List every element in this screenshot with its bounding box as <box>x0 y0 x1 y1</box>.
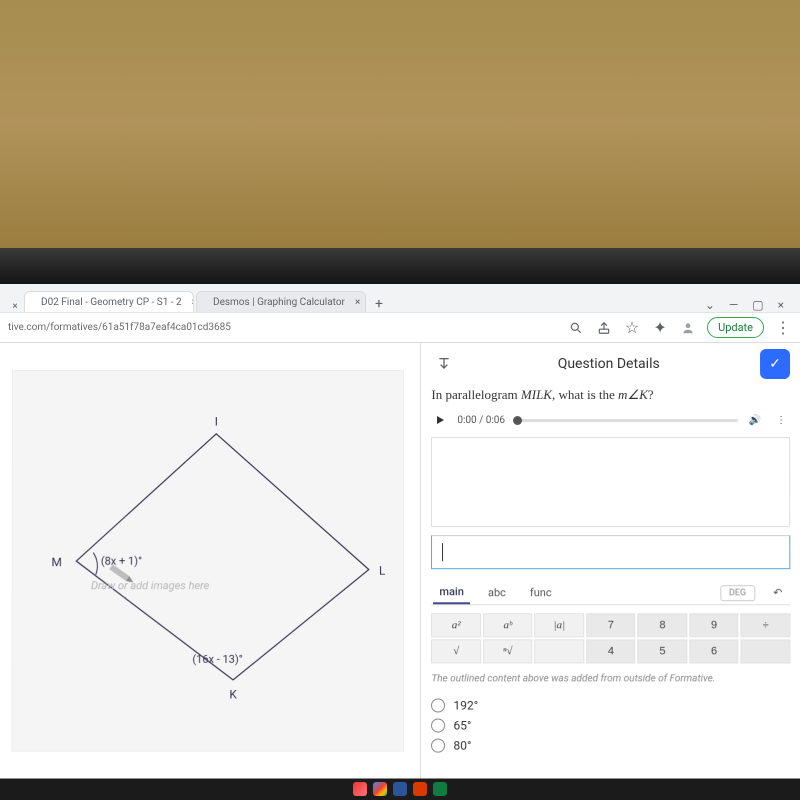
profile-icon[interactable] <box>679 319 697 337</box>
maximize-icon[interactable]: ▢ <box>752 298 763 312</box>
math-input[interactable] <box>431 535 790 569</box>
tab-label: Desmos | Graphing Calculator <box>213 297 345 308</box>
collapse-icon[interactable] <box>431 351 457 377</box>
angle-K-label: (16x - 13)° <box>193 653 243 666</box>
key-9[interactable]: 9 <box>689 613 739 637</box>
question-angle: m∠K <box>618 387 648 402</box>
kebab-icon[interactable]: ⋮ <box>772 415 790 426</box>
key-4[interactable]: 4 <box>586 639 636 663</box>
tab-label: D02 Final - Geometry CP - S1 - 2 <box>41 297 182 308</box>
taskbar-icon[interactable] <box>433 782 447 796</box>
audio-player: 0:00 / 0:06 🔊 ⋮ <box>431 411 790 429</box>
key-blank2[interactable] <box>741 639 791 663</box>
undo-icon[interactable]: ↶ <box>767 582 788 603</box>
question-details-header: Question Details ✓ <box>431 349 790 379</box>
key-nroot[interactable]: ⁿ√ <box>483 639 533 663</box>
angle-M-label: (8x + 1)° <box>101 554 142 567</box>
close-icon[interactable]: × <box>192 297 194 308</box>
chevron-down-icon[interactable]: ⌄ <box>705 298 715 312</box>
vertex-M: M <box>52 555 62 569</box>
key-a-squared[interactable]: a² <box>431 613 481 637</box>
tab-strip: × D02 Final - Geometry CP - S1 - 2 × Des… <box>0 284 800 312</box>
extensions-icon[interactable]: ✦ <box>651 319 669 337</box>
volume-icon[interactable]: 🔊 <box>746 415 764 426</box>
radio-icon[interactable] <box>431 719 445 733</box>
key-a-power-b[interactable]: aᵇ <box>483 613 533 637</box>
update-button[interactable]: Update <box>707 317 764 338</box>
new-tab-button[interactable]: + <box>368 296 390 312</box>
key-5[interactable]: 5 <box>638 639 688 663</box>
choice-192[interactable]: 192° <box>431 698 790 712</box>
vertex-K: K <box>230 687 238 701</box>
figure-card[interactable]: I L K M (8x + 1)° (16x - 13)° Draw or ad… <box>12 370 404 752</box>
radio-icon[interactable] <box>431 698 445 712</box>
question-mid: , what is the <box>552 387 618 402</box>
choice-65[interactable]: 65° <box>431 719 790 733</box>
keypad-tab-abc[interactable]: abc <box>482 582 512 603</box>
close-icon[interactable]: × <box>6 301 24 312</box>
choice-label: 65° <box>453 719 471 733</box>
parallelogram-diagram: I L K M (8x + 1)° (16x - 13)° <box>13 371 403 751</box>
choice-label: 192° <box>453 698 478 712</box>
key-6[interactable]: 6 <box>689 639 739 663</box>
address-bar-row: tive.com/formatives/61a51f78a7eaf4ca01cd… <box>0 312 800 342</box>
app-body: I L K M (8x + 1)° (16x - 13)° Draw or ad… <box>0 343 800 779</box>
key-7[interactable]: 7 <box>586 613 636 637</box>
key-sqrt[interactable]: √ <box>431 639 481 663</box>
external-content-hint: The outlined content above was added fro… <box>431 673 790 684</box>
answer-choices: 192° 65° 80° <box>431 698 790 752</box>
window-controls: ⌄ — ▢ × <box>695 298 794 312</box>
keypad-tab-func[interactable]: func <box>524 582 558 603</box>
taskbar-icon[interactable] <box>373 782 387 796</box>
answer-canvas[interactable] <box>431 437 790 527</box>
url-text[interactable]: tive.com/formatives/61a51f78a7eaf4ca01cd… <box>8 322 231 333</box>
vertex-I: I <box>215 414 218 428</box>
key-blank[interactable] <box>535 639 585 663</box>
figure-placeholder-text: Draw or add images here <box>91 580 209 593</box>
close-icon[interactable]: × <box>355 297 360 308</box>
tab-formative[interactable]: D02 Final - Geometry CP - S1 - 2 × <box>24 291 194 312</box>
keypad-tabs: main abc func DEG ↶ <box>431 577 790 605</box>
taskbar-icon[interactable] <box>353 782 367 796</box>
keypad: a² aᵇ |a| 7 8 9 ÷ √ ⁿ√ 4 5 6 <box>431 613 790 663</box>
close-icon[interactable]: × <box>778 298 784 312</box>
tab-desmos[interactable]: Desmos | Graphing Calculator × <box>196 291 366 312</box>
audio-time: 0:00 / 0:06 <box>457 415 505 426</box>
share-icon[interactable] <box>595 319 613 337</box>
kebab-icon[interactable]: ⋮ <box>774 319 792 337</box>
keypad-tab-main[interactable]: main <box>433 581 469 604</box>
taskbar-icon[interactable] <box>413 782 427 796</box>
key-divide[interactable]: ÷ <box>741 613 791 637</box>
room-background <box>0 0 800 248</box>
question-prefix: In parallelogram <box>431 387 521 402</box>
browser-chrome: × D02 Final - Geometry CP - S1 - 2 × Des… <box>0 284 800 343</box>
search-icon[interactable] <box>567 319 585 337</box>
radio-icon[interactable] <box>431 739 445 753</box>
minimize-icon[interactable]: — <box>729 298 738 312</box>
question-word: MILK <box>521 387 552 402</box>
question-text: In parallelogram MILK, what is the m∠K? <box>431 387 790 403</box>
audio-track[interactable] <box>513 419 738 422</box>
vertex-L: L <box>379 563 386 577</box>
submit-check-button[interactable]: ✓ <box>760 349 790 379</box>
play-icon[interactable] <box>431 411 449 429</box>
deg-toggle[interactable]: DEG <box>720 585 755 601</box>
figure-pane: I L K M (8x + 1)° (16x - 13)° Draw or ad… <box>0 343 420 779</box>
key-abs[interactable]: |a| <box>535 613 585 637</box>
taskbar-icon[interactable] <box>393 782 407 796</box>
question-details-pane: Question Details ✓ In parallelogram MILK… <box>420 343 800 779</box>
windows-taskbar[interactable] <box>0 778 800 800</box>
question-details-title: Question Details <box>469 356 748 372</box>
star-icon[interactable]: ☆ <box>623 319 641 337</box>
question-suffix: ? <box>648 387 654 402</box>
update-label: Update <box>718 321 753 334</box>
choice-label: 80° <box>453 739 471 753</box>
text-cursor <box>442 543 443 561</box>
audio-knob[interactable] <box>513 416 522 425</box>
key-8[interactable]: 8 <box>638 613 688 637</box>
choice-80[interactable]: 80° <box>431 739 790 753</box>
laptop-bezel <box>0 248 800 284</box>
